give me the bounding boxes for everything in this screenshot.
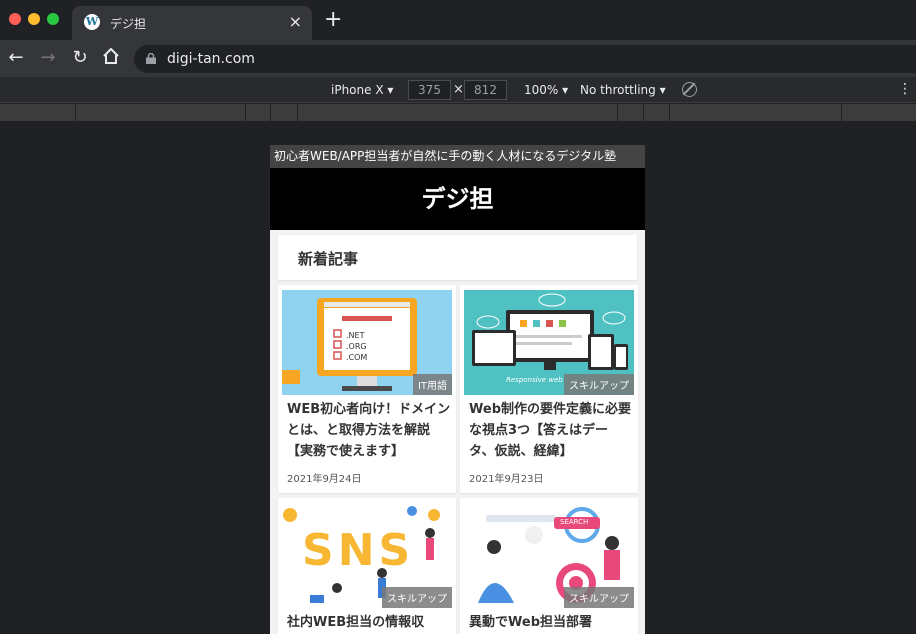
media-query-segment[interactable] [617, 104, 618, 121]
wordpress-icon: W [84, 14, 100, 30]
mobile-viewport: 初心者WEB/APP担当者が自然に手の動く人材になるデジタル塾 デジ担 新着記事 [270, 145, 645, 634]
category-badge: スキルアップ [564, 374, 634, 395]
thumb-label: SNS [302, 525, 415, 576]
category-badge: スキルアップ [564, 587, 634, 608]
close-icon[interactable]: × [289, 12, 302, 32]
rotate-icon[interactable] [682, 82, 697, 97]
site-tagline: 初心者WEB/APP担当者が自然に手の動く人材になるデジタル塾 [270, 145, 645, 168]
home-button[interactable] [100, 47, 122, 69]
browser-tab-bar: W デジ担 × + [0, 0, 916, 40]
device-toolbar: iPhone X ▾ 375 × 812 100% ▾ No throttlin… [0, 77, 916, 103]
new-tab-button[interactable]: + [324, 9, 342, 31]
thumb-label: .NET [346, 331, 365, 340]
throttle-select[interactable]: No throttling ▾ [580, 83, 666, 97]
reload-button[interactable]: ↻ [69, 47, 91, 69]
article-thumbnail[interactable]: .NET .ORG .COM IT用語 [282, 290, 452, 395]
minimize-window-button[interactable] [28, 13, 40, 25]
lock-icon [146, 53, 156, 64]
article-date: 2021年9月24日 [287, 474, 362, 485]
address-bar[interactable]: digi-tan.com [134, 45, 916, 73]
article-card[interactable]: SEARCH スキルアップ 異動でWeb担当部署 [460, 498, 638, 634]
media-query-segment[interactable] [841, 104, 842, 121]
article-thumbnail[interactable]: SEARCH スキルアップ [464, 503, 634, 608]
zoom-select[interactable]: 100% ▾ [524, 83, 568, 97]
browser-tab[interactable]: W デジ担 × [72, 6, 312, 40]
thumb-label: Responsive web [506, 376, 563, 384]
article-card[interactable]: SNS スキルアップ 社内WEB担当の情報収 [278, 498, 456, 634]
category-badge: スキルアップ [382, 587, 452, 608]
media-query-segment[interactable] [245, 104, 246, 121]
width-input[interactable]: 375 [408, 80, 451, 100]
site-title[interactable]: デジ担 [270, 168, 645, 230]
thumb-label: .ORG [346, 342, 367, 351]
maximize-window-button[interactable] [47, 13, 59, 25]
article-title[interactable]: WEB初心者向け！ドメインとは、と取得方法を解説【実務で使えます】 [287, 399, 451, 462]
media-query-segment[interactable] [297, 104, 298, 121]
device-select[interactable]: iPhone X ▾ [331, 83, 393, 97]
article-card[interactable]: Responsive web スキルアップ Web制作の要件定義に必要な視点3つ… [460, 285, 638, 493]
media-query-bar [0, 104, 916, 121]
back-button[interactable]: ← [5, 47, 27, 69]
more-options-icon[interactable]: ⋮ [898, 81, 912, 97]
media-query-segment[interactable] [643, 104, 644, 121]
article-thumbnail[interactable]: SNS スキルアップ [282, 503, 452, 608]
dimension-separator: × [453, 82, 464, 97]
thumb-label: SEARCH [560, 518, 589, 526]
article-card[interactable]: .NET .ORG .COM IT用語 WEB初心者向け！ドメインとは、と取得方… [278, 285, 456, 493]
forward-button[interactable]: → [37, 47, 59, 69]
thumb-label: .COM [346, 353, 368, 362]
article-title[interactable]: 社内WEB担当の情報収 [287, 612, 451, 633]
main-content: 新着記事 .NET .ORG .COM IT用語 WEB初心者向け！ドメインとは… [270, 230, 645, 634]
article-title[interactable]: Web制作の要件定義に必要な視点3つ【答えはデータ、仮説、経緯】 [469, 399, 633, 462]
browser-toolbar: ← → ↻ digi-tan.com [0, 40, 916, 77]
article-title[interactable]: 異動でWeb担当部署 [469, 612, 633, 633]
media-query-segment[interactable] [270, 104, 271, 121]
close-window-button[interactable] [9, 13, 21, 25]
section-header: 新着記事 [278, 235, 637, 280]
section-title: 新着記事 [298, 250, 359, 268]
tab-title: デジ担 [110, 17, 147, 31]
home-icon [103, 47, 119, 64]
category-badge: IT用語 [412, 374, 452, 395]
article-thumbnail[interactable]: Responsive web スキルアップ [464, 290, 634, 395]
height-input[interactable]: 812 [464, 80, 507, 100]
url-text: digi-tan.com [167, 51, 255, 67]
media-query-segment[interactable] [75, 104, 76, 121]
article-date: 2021年9月23日 [469, 474, 544, 485]
media-query-segment[interactable] [669, 104, 670, 121]
